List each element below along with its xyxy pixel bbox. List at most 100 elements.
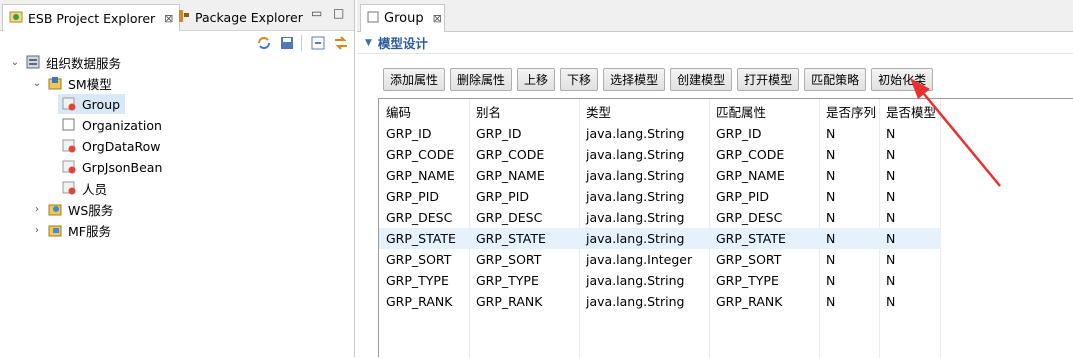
sync-icon[interactable]: [256, 35, 272, 51]
chevron-down-icon[interactable]: ▼: [365, 38, 372, 48]
cell-is-sequence: N: [826, 210, 836, 225]
tree-node-organization[interactable]: Organization: [58, 115, 162, 135]
cell-type: java.lang.String: [586, 126, 685, 141]
cell-match-attr: GRP_SORT: [716, 252, 782, 267]
cell-type: java.lang.String: [586, 189, 685, 204]
chevron-down-icon[interactable]: ⌄: [30, 78, 44, 89]
cell-is-model: N: [886, 210, 896, 225]
tree-node-label: 组织数据服务: [46, 55, 122, 71]
cell-is-model: N: [886, 168, 896, 183]
minimize-icon[interactable]: ▭: [311, 6, 322, 20]
table-row[interactable]: GRP_TYPE GRP_TYPE java.lang.String GRP_T…: [379, 270, 941, 291]
cell-type: java.lang.String: [586, 147, 685, 162]
attribute-table[interactable]: 编码 别名 类型 匹配属性 是否序列 是否模型 GRP_ID GRP_ID ja…: [378, 98, 1073, 358]
cell-match-attr: GRP_DESC: [716, 210, 783, 225]
package-explorer-icon: [178, 9, 190, 26]
column-header[interactable]: 别名: [469, 102, 579, 123]
entity-red-icon: [62, 97, 76, 111]
tab-group-editor[interactable]: Group ⊠: [360, 4, 445, 32]
table-row[interactable]: GRP_SORT GRP_SORT java.lang.Integer GRP_…: [379, 249, 941, 270]
tree-node-personnel[interactable]: 人员: [58, 178, 107, 198]
editor-panel: Group ⊠ ▼ 模型设计 添加属性 删除属性 上移 下移 选择模型 创建模型…: [357, 0, 1073, 358]
cell-code: GRP_CODE: [386, 147, 455, 162]
ws-service-icon: [48, 202, 62, 216]
table-row[interactable]: GRP_ID GRP_ID java.lang.String GRP_ID N …: [379, 123, 941, 144]
tree-node-mf-service[interactable]: › MF服务: [30, 220, 111, 240]
create-model-button[interactable]: 创建模型: [670, 68, 733, 91]
table-row[interactable]: GRP_PID GRP_PID java.lang.String GRP_PID…: [379, 186, 941, 207]
table-row[interactable]: GRP_RANK GRP_RANK java.lang.String GRP_R…: [379, 291, 941, 312]
project-explorer-panel: ESB Project Explorer ⊠ Package Explorer …: [0, 0, 355, 357]
tree-node-org-data-service[interactable]: ⌄ 组织数据服务: [8, 52, 121, 72]
action-toolbar: 添加属性 删除属性 上移 下移 选择模型 创建模型 打开模型 匹配策略 初始化类: [383, 68, 934, 91]
column-header[interactable]: 匹配属性: [709, 102, 819, 123]
delete-attribute-button[interactable]: 删除属性: [450, 68, 513, 91]
table-row[interactable]: GRP_DESC GRP_DESC java.lang.String GRP_D…: [379, 207, 941, 228]
tree-node-label: OrgDataRow: [82, 138, 161, 154]
cell-type: java.lang.String: [586, 231, 685, 246]
init-class-button[interactable]: 初始化类: [871, 68, 934, 91]
tree-node-grpjsonbean[interactable]: GrpJsonBean: [58, 157, 162, 177]
cell-alias: GRP_PID: [476, 189, 530, 204]
cell-match-attr: GRP_ID: [716, 126, 762, 141]
editor-tabbar: Group ⊠: [357, 0, 1073, 32]
tab-package-explorer[interactable]: Package Explorer: [172, 4, 309, 31]
cell-code: GRP_TYPE: [386, 273, 449, 288]
save-icon[interactable]: [279, 35, 295, 51]
tree-node-sm-model[interactable]: ⌄ SM模型: [30, 73, 112, 93]
collapse-all-icon[interactable]: [310, 35, 326, 51]
select-model-button[interactable]: 选择模型: [603, 68, 666, 91]
move-down-button[interactable]: 下移: [560, 68, 599, 91]
cell-match-attr: GRP_STATE: [716, 231, 786, 246]
chevron-right-icon[interactable]: ›: [30, 225, 44, 236]
cell-is-sequence: N: [826, 273, 836, 288]
cell-is-model: N: [886, 189, 896, 204]
section-title: 模型设计: [377, 36, 428, 51]
entity-red-icon: [62, 160, 76, 174]
cell-is-model: N: [886, 231, 896, 246]
table-row[interactable]: GRP_STATE GRP_STATE java.lang.String GRP…: [379, 228, 941, 249]
tree-node-orgdatarow[interactable]: OrgDataRow: [58, 136, 161, 156]
match-strategy-button[interactable]: 匹配策略: [804, 68, 867, 91]
chevron-right-icon[interactable]: ›: [30, 204, 44, 215]
cell-match-attr: GRP_CODE: [716, 147, 785, 162]
cell-is-model: N: [886, 273, 896, 288]
cell-code: GRP_SORT: [386, 252, 452, 267]
cell-is-sequence: N: [826, 252, 836, 267]
tree-node-label: SM模型: [68, 76, 112, 92]
entity-red-icon: [62, 139, 76, 153]
cell-is-model: N: [886, 126, 896, 141]
cell-match-attr: GRP_NAME: [716, 168, 785, 183]
column-header[interactable]: 是否序列: [819, 102, 879, 123]
add-attribute-button[interactable]: 添加属性: [383, 68, 446, 91]
tree-node-group[interactable]: Group: [58, 94, 126, 114]
tree-node-ws-service[interactable]: › WS服务: [30, 199, 113, 219]
cell-code: GRP_RANK: [386, 294, 453, 309]
open-model-button[interactable]: 打开模型: [737, 68, 800, 91]
section-header[interactable]: ▼ 模型设计: [357, 32, 1073, 54]
move-up-button[interactable]: 上移: [517, 68, 556, 91]
cell-is-sequence: N: [826, 294, 836, 309]
cell-alias: GRP_ID: [476, 126, 522, 141]
mf-service-icon: [48, 223, 62, 237]
close-icon[interactable]: ⊠: [433, 12, 442, 25]
table-row[interactable]: GRP_CODE GRP_CODE java.lang.String GRP_C…: [379, 144, 941, 165]
chevron-down-icon[interactable]: ⌄: [8, 57, 22, 68]
tab-label: ESB Project Explorer: [28, 10, 156, 26]
tab-esb-project-explorer[interactable]: ESB Project Explorer ⊠: [2, 4, 181, 31]
tree-node-label: MF服务: [68, 223, 111, 239]
cell-code: GRP_STATE: [386, 231, 456, 246]
cell-is-sequence: N: [826, 126, 836, 141]
cell-alias: GRP_DESC: [476, 210, 543, 225]
cell-alias: GRP_RANK: [476, 294, 543, 309]
table-row[interactable]: GRP_NAME GRP_NAME java.lang.String GRP_N…: [379, 165, 941, 186]
cell-alias: GRP_CODE: [476, 147, 545, 162]
column-header[interactable]: 类型: [579, 102, 709, 123]
column-header[interactable]: 是否模型: [879, 102, 941, 123]
column-header[interactable]: 编码: [379, 102, 469, 123]
cell-match-attr: GRP_TYPE: [716, 273, 779, 288]
link-with-editor-icon[interactable]: [333, 35, 349, 51]
cell-code: GRP_PID: [386, 189, 440, 204]
maximize-icon[interactable]: □: [333, 6, 344, 20]
esb-explorer-icon: [9, 10, 23, 27]
